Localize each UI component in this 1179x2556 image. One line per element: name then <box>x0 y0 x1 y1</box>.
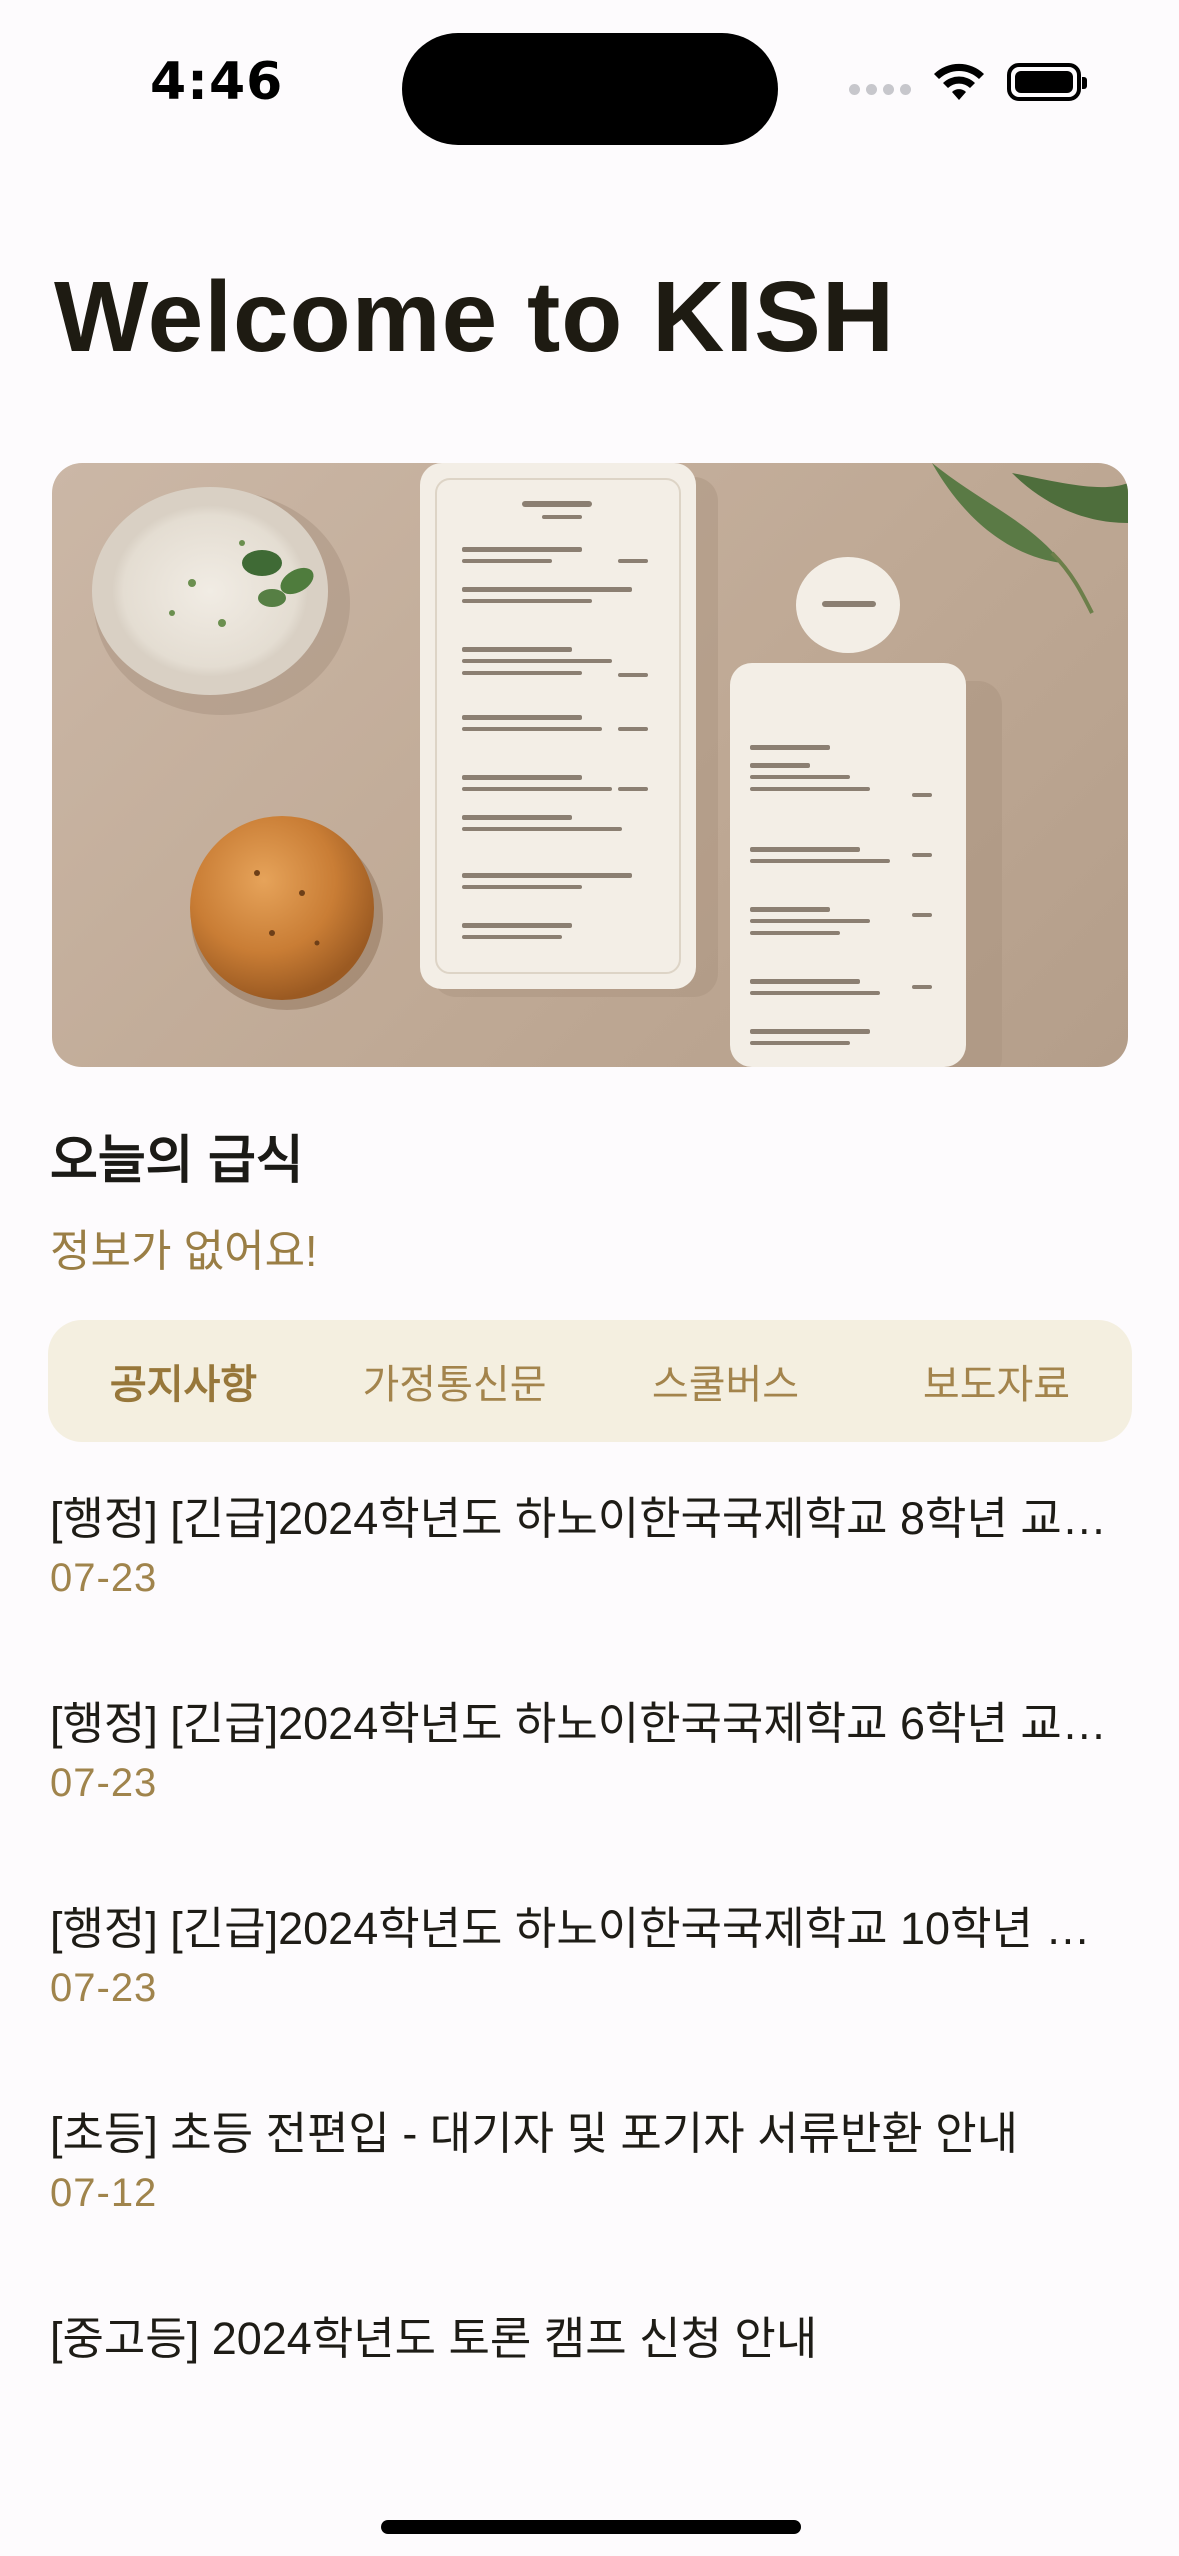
category-tabs: 공지사항 가정통신문 스쿨버스 보도자료 <box>48 1320 1132 1442</box>
notice-title: [행정] [긴급]2024학년도 하노이한국국제학교 8학년 교사 채용 공고 <box>50 1493 1130 1544</box>
list-item[interactable]: [행정] [긴급]2024학년도 하노이한국국제학교 6학년 교사 채용 공고 … <box>50 1675 1130 1880</box>
notice-date: 07-23 <box>50 1761 158 1805</box>
meal-heading: 오늘의 급식 <box>50 1132 304 1190</box>
tab-school-bus[interactable]: 스쿨버스 <box>590 1352 861 1410</box>
notice-date: 07-23 <box>50 1966 158 2010</box>
notice-title: [초등] 초등 전편입 - 대기자 및 포기자 서류반환 안내 <box>50 2108 1019 2159</box>
wifi-icon <box>934 63 984 100</box>
menu-photo-illustration <box>92 463 1128 1067</box>
list-item[interactable]: [초등] 초등 전편입 - 대기자 및 포기자 서류반환 안내 07-12 <box>50 2085 1130 2290</box>
tab-notices[interactable]: 공지사항 <box>48 1352 319 1410</box>
list-item[interactable]: [행정] [긴급]2024학년도 하노이한국국제학교 10학년 교사 채용 공고… <box>50 1880 1130 2085</box>
notice-title: [행정] [긴급]2024학년도 하노이한국국제학교 10학년 교사 채용 공고 <box>50 1903 1130 1954</box>
notice-title: [중고등] 2024학년도 토론 캠프 신청 안내 <box>50 2313 818 2364</box>
notice-list: [행정] [긴급]2024학년도 하노이한국국제학교 8학년 교사 채용 공고 … <box>50 1470 1130 2380</box>
notice-date: 07-12 <box>50 2171 158 2215</box>
meal-status-text: 정보가 없어요! <box>50 1227 318 1276</box>
tab-press-releases[interactable]: 보도자료 <box>861 1352 1132 1410</box>
dynamic-island <box>402 33 778 145</box>
list-item[interactable]: [중고등] 2024학년도 토론 캠프 신청 안내 <box>50 2290 1130 2380</box>
battery-icon <box>1007 63 1087 101</box>
hero-image-menu-photo <box>52 463 1128 1067</box>
notice-title: [행정] [긴급]2024학년도 하노이한국국제학교 6학년 교사 채용 공고 <box>50 1698 1130 1749</box>
cellular-signal-icon <box>849 83 911 95</box>
tab-newsletters[interactable]: 가정통신문 <box>319 1352 590 1410</box>
status-time: 4:46 <box>150 52 284 112</box>
status-icons <box>849 62 1087 102</box>
status-bar: 4:46 <box>0 0 1179 170</box>
page-title: Welcome to KISH <box>54 261 896 373</box>
notice-date: 07-23 <box>50 1556 158 1600</box>
list-item[interactable]: [행정] [긴급]2024학년도 하노이한국국제학교 8학년 교사 채용 공고 … <box>50 1470 1130 1675</box>
home-indicator[interactable] <box>381 2520 801 2534</box>
